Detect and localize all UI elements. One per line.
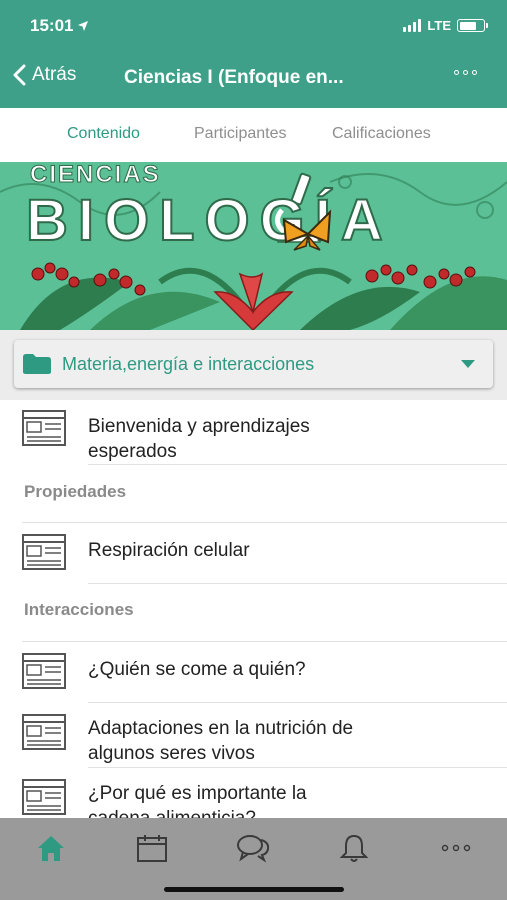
chat-icon bbox=[237, 835, 270, 863]
section-header-interacciones: Interacciones bbox=[24, 600, 134, 619]
more-options-button[interactable] bbox=[454, 70, 477, 75]
tab-notifications[interactable] bbox=[334, 828, 374, 868]
section-selector-area: Materia,energía e interacciones bbox=[0, 330, 507, 400]
network-label: LTE bbox=[427, 18, 451, 33]
signal-icon bbox=[403, 19, 422, 32]
folder-icon bbox=[23, 354, 51, 374]
list-item-title-line1: Bienvenida y aprendizajes bbox=[88, 416, 310, 437]
list-item-title-line2: algunos seres vivos bbox=[88, 743, 255, 764]
tab-calificaciones[interactable]: Calificaciones bbox=[332, 125, 431, 143]
status-indicators: LTE bbox=[403, 18, 488, 33]
caret-down-icon bbox=[461, 360, 475, 368]
home-indicator bbox=[164, 887, 344, 892]
list-item-bienvenida[interactable]: Bienvenida y aprendizajes esperados bbox=[0, 400, 507, 464]
list-item-title: ¿Por qué es importante la cadena aliment… bbox=[88, 781, 488, 818]
section-header-propiedades: Propiedades bbox=[24, 482, 127, 501]
page-icon bbox=[22, 653, 66, 689]
list-item-title: Bienvenida y aprendizajes esperados bbox=[88, 414, 488, 464]
status-time: 15:01 bbox=[30, 16, 89, 36]
home-icon bbox=[38, 836, 64, 861]
tab-participantes[interactable]: Participantes bbox=[194, 125, 287, 143]
list-item-title-line1: Adaptaciones en la nutrición de bbox=[88, 718, 354, 739]
page-icon bbox=[22, 779, 66, 815]
tab-home[interactable] bbox=[31, 828, 71, 868]
list-item-title-line2: esperados bbox=[88, 441, 177, 462]
section-dropdown-value: Materia,energía e interacciones bbox=[62, 353, 315, 374]
more-icon bbox=[441, 844, 471, 852]
section-dropdown[interactable]: Materia,energía e interacciones bbox=[14, 340, 493, 388]
tab-contenido[interactable]: Contenido bbox=[67, 125, 140, 143]
app-header: 15:01 LTE Atrás Ciencias I (Enfoque en..… bbox=[0, 0, 507, 108]
list-item-adaptaciones[interactable]: Adaptaciones en la nutrición de algunos … bbox=[0, 703, 507, 767]
chevron-left-icon bbox=[13, 64, 26, 86]
back-label: Atrás bbox=[32, 64, 77, 85]
page-icon bbox=[22, 534, 66, 570]
back-button[interactable]: Atrás bbox=[12, 64, 76, 86]
list-item-title: ¿Quién se come a quién? bbox=[88, 659, 306, 680]
bell-icon bbox=[339, 834, 369, 862]
list-item-respiracion[interactable]: Respiración celular bbox=[0, 523, 507, 583]
calendar-icon bbox=[137, 835, 167, 862]
banner-image: CIENCIAS BIOLOGÍA bbox=[0, 162, 507, 330]
list-item-por-que[interactable]: ¿Por qué es importante la cadena aliment… bbox=[0, 768, 507, 818]
divider bbox=[88, 464, 507, 465]
list-item-title: Adaptaciones en la nutrición de algunos … bbox=[88, 716, 488, 766]
tab-calendar[interactable] bbox=[132, 828, 172, 868]
page-icon bbox=[22, 410, 66, 446]
time-text: 15:01 bbox=[30, 16, 74, 35]
page-icon bbox=[22, 714, 66, 750]
tab-messages[interactable] bbox=[233, 828, 273, 868]
divider bbox=[88, 583, 507, 584]
banner-main-text: BIOLOGÍA bbox=[26, 188, 393, 253]
course-banner: CIENCIAS BIOLOGÍA bbox=[0, 162, 507, 330]
content-list: Bienvenida y aprendizajes esperados Prop… bbox=[0, 400, 507, 818]
bottom-tab-bar bbox=[0, 818, 507, 900]
list-item-title: Respiración celular bbox=[88, 540, 250, 561]
list-item-quien-se-come[interactable]: ¿Quién se come a quién? bbox=[0, 642, 507, 702]
nav-bar: Atrás Ciencias I (Enfoque en... bbox=[0, 58, 507, 98]
tab-bar: Contenido Participantes Calificaciones bbox=[0, 108, 507, 162]
list-item-title-line2: cadena alimenticia? bbox=[88, 808, 256, 818]
list-item-title-line1: ¿Por qué es importante la bbox=[88, 783, 307, 804]
tab-more[interactable] bbox=[436, 828, 476, 868]
location-arrow-icon bbox=[78, 21, 89, 31]
page-title: Ciencias I (Enfoque en... bbox=[124, 67, 344, 88]
battery-icon bbox=[457, 19, 488, 32]
status-bar: 15:01 LTE bbox=[0, 14, 507, 38]
banner-top-text: CIENCIAS bbox=[30, 162, 161, 188]
